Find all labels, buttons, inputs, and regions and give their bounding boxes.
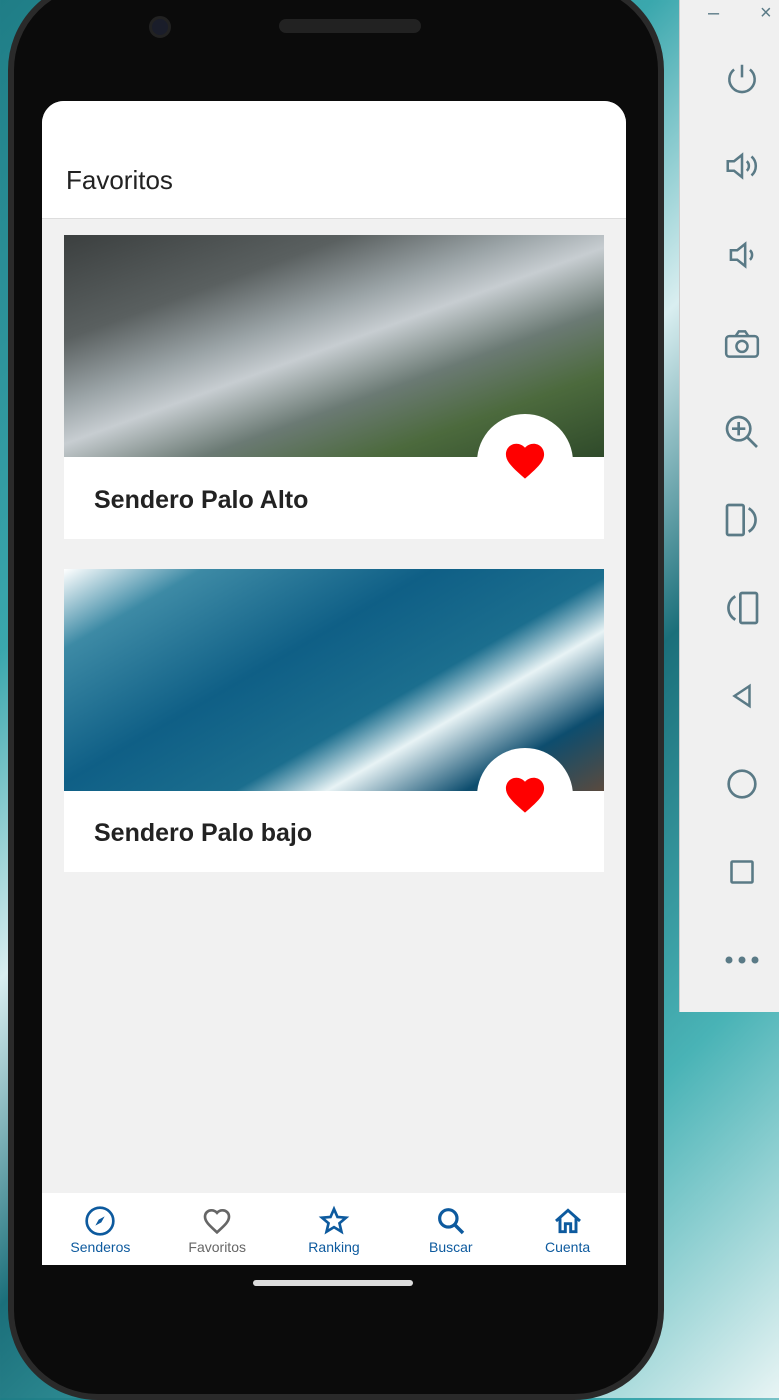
zoom-button[interactable] [720,410,764,454]
nav-label: Buscar [429,1239,473,1255]
speaker [279,19,421,33]
trail-title: Sendero Palo bajo [94,819,313,847]
home-indicator[interactable] [253,1280,413,1286]
trail-card[interactable]: Sendero Palo bajo [64,569,604,872]
more-icon [725,956,759,964]
heart-icon [505,777,545,813]
page-title: Favoritos [66,165,173,195]
nav-senderos[interactable]: Senderos [42,1193,159,1265]
app-screen: Favoritos Sendero Palo Alto Sendero Palo… [42,101,626,1265]
nav-label: Cuenta [545,1239,591,1255]
minimize-button[interactable]: – [708,2,719,25]
rotate-left-button[interactable] [720,498,764,542]
volume-down-icon [729,241,754,269]
favorite-button[interactable] [477,748,573,844]
rotate-left-icon [725,503,757,537]
power-button[interactable] [720,57,764,101]
camera [149,16,171,38]
overview-button[interactable] [720,850,764,894]
nav-favoritos[interactable]: Favoritos [159,1193,276,1265]
nav-label: Favoritos [188,1239,246,1255]
compass-icon [85,1206,116,1236]
heart-icon [505,443,545,479]
power-icon [728,64,756,94]
volume-up-button[interactable] [720,144,764,188]
camera-icon [724,330,760,358]
volume-up-icon [726,152,758,180]
rotate-right-button[interactable] [720,586,764,630]
back-icon [732,683,751,709]
close-button[interactable]: × [760,2,772,25]
search-icon [437,1208,465,1235]
nav-cuenta[interactable]: Cuenta [509,1193,626,1265]
home-button[interactable] [720,762,764,806]
nav-label: Ranking [308,1239,360,1255]
bottom-nav: Senderos Favoritos Ranking Buscar Cuenta [42,1193,626,1265]
nav-ranking[interactable]: Ranking [276,1193,393,1265]
home-icon [554,1208,581,1234]
nav-label: Senderos [70,1239,131,1255]
trail-card[interactable]: Sendero Palo Alto [64,235,604,539]
more-button[interactable] [720,938,764,982]
screenshot-button[interactable] [720,322,764,366]
rotate-right-icon [727,591,759,625]
favorite-button[interactable] [477,414,573,510]
star-icon [318,1205,350,1235]
nav-buscar[interactable]: Buscar [392,1193,509,1265]
trail-title: Sendero Palo Alto [94,486,309,514]
zoom-in-icon [725,415,758,448]
app-bar: Favoritos [42,101,626,219]
back-button[interactable] [720,674,764,718]
circle-home-icon [727,769,757,799]
square-icon [730,860,754,884]
volume-down-button[interactable] [720,233,764,277]
heart-outline-icon [203,1208,231,1235]
emulator-toolbar: – × [679,0,779,1012]
